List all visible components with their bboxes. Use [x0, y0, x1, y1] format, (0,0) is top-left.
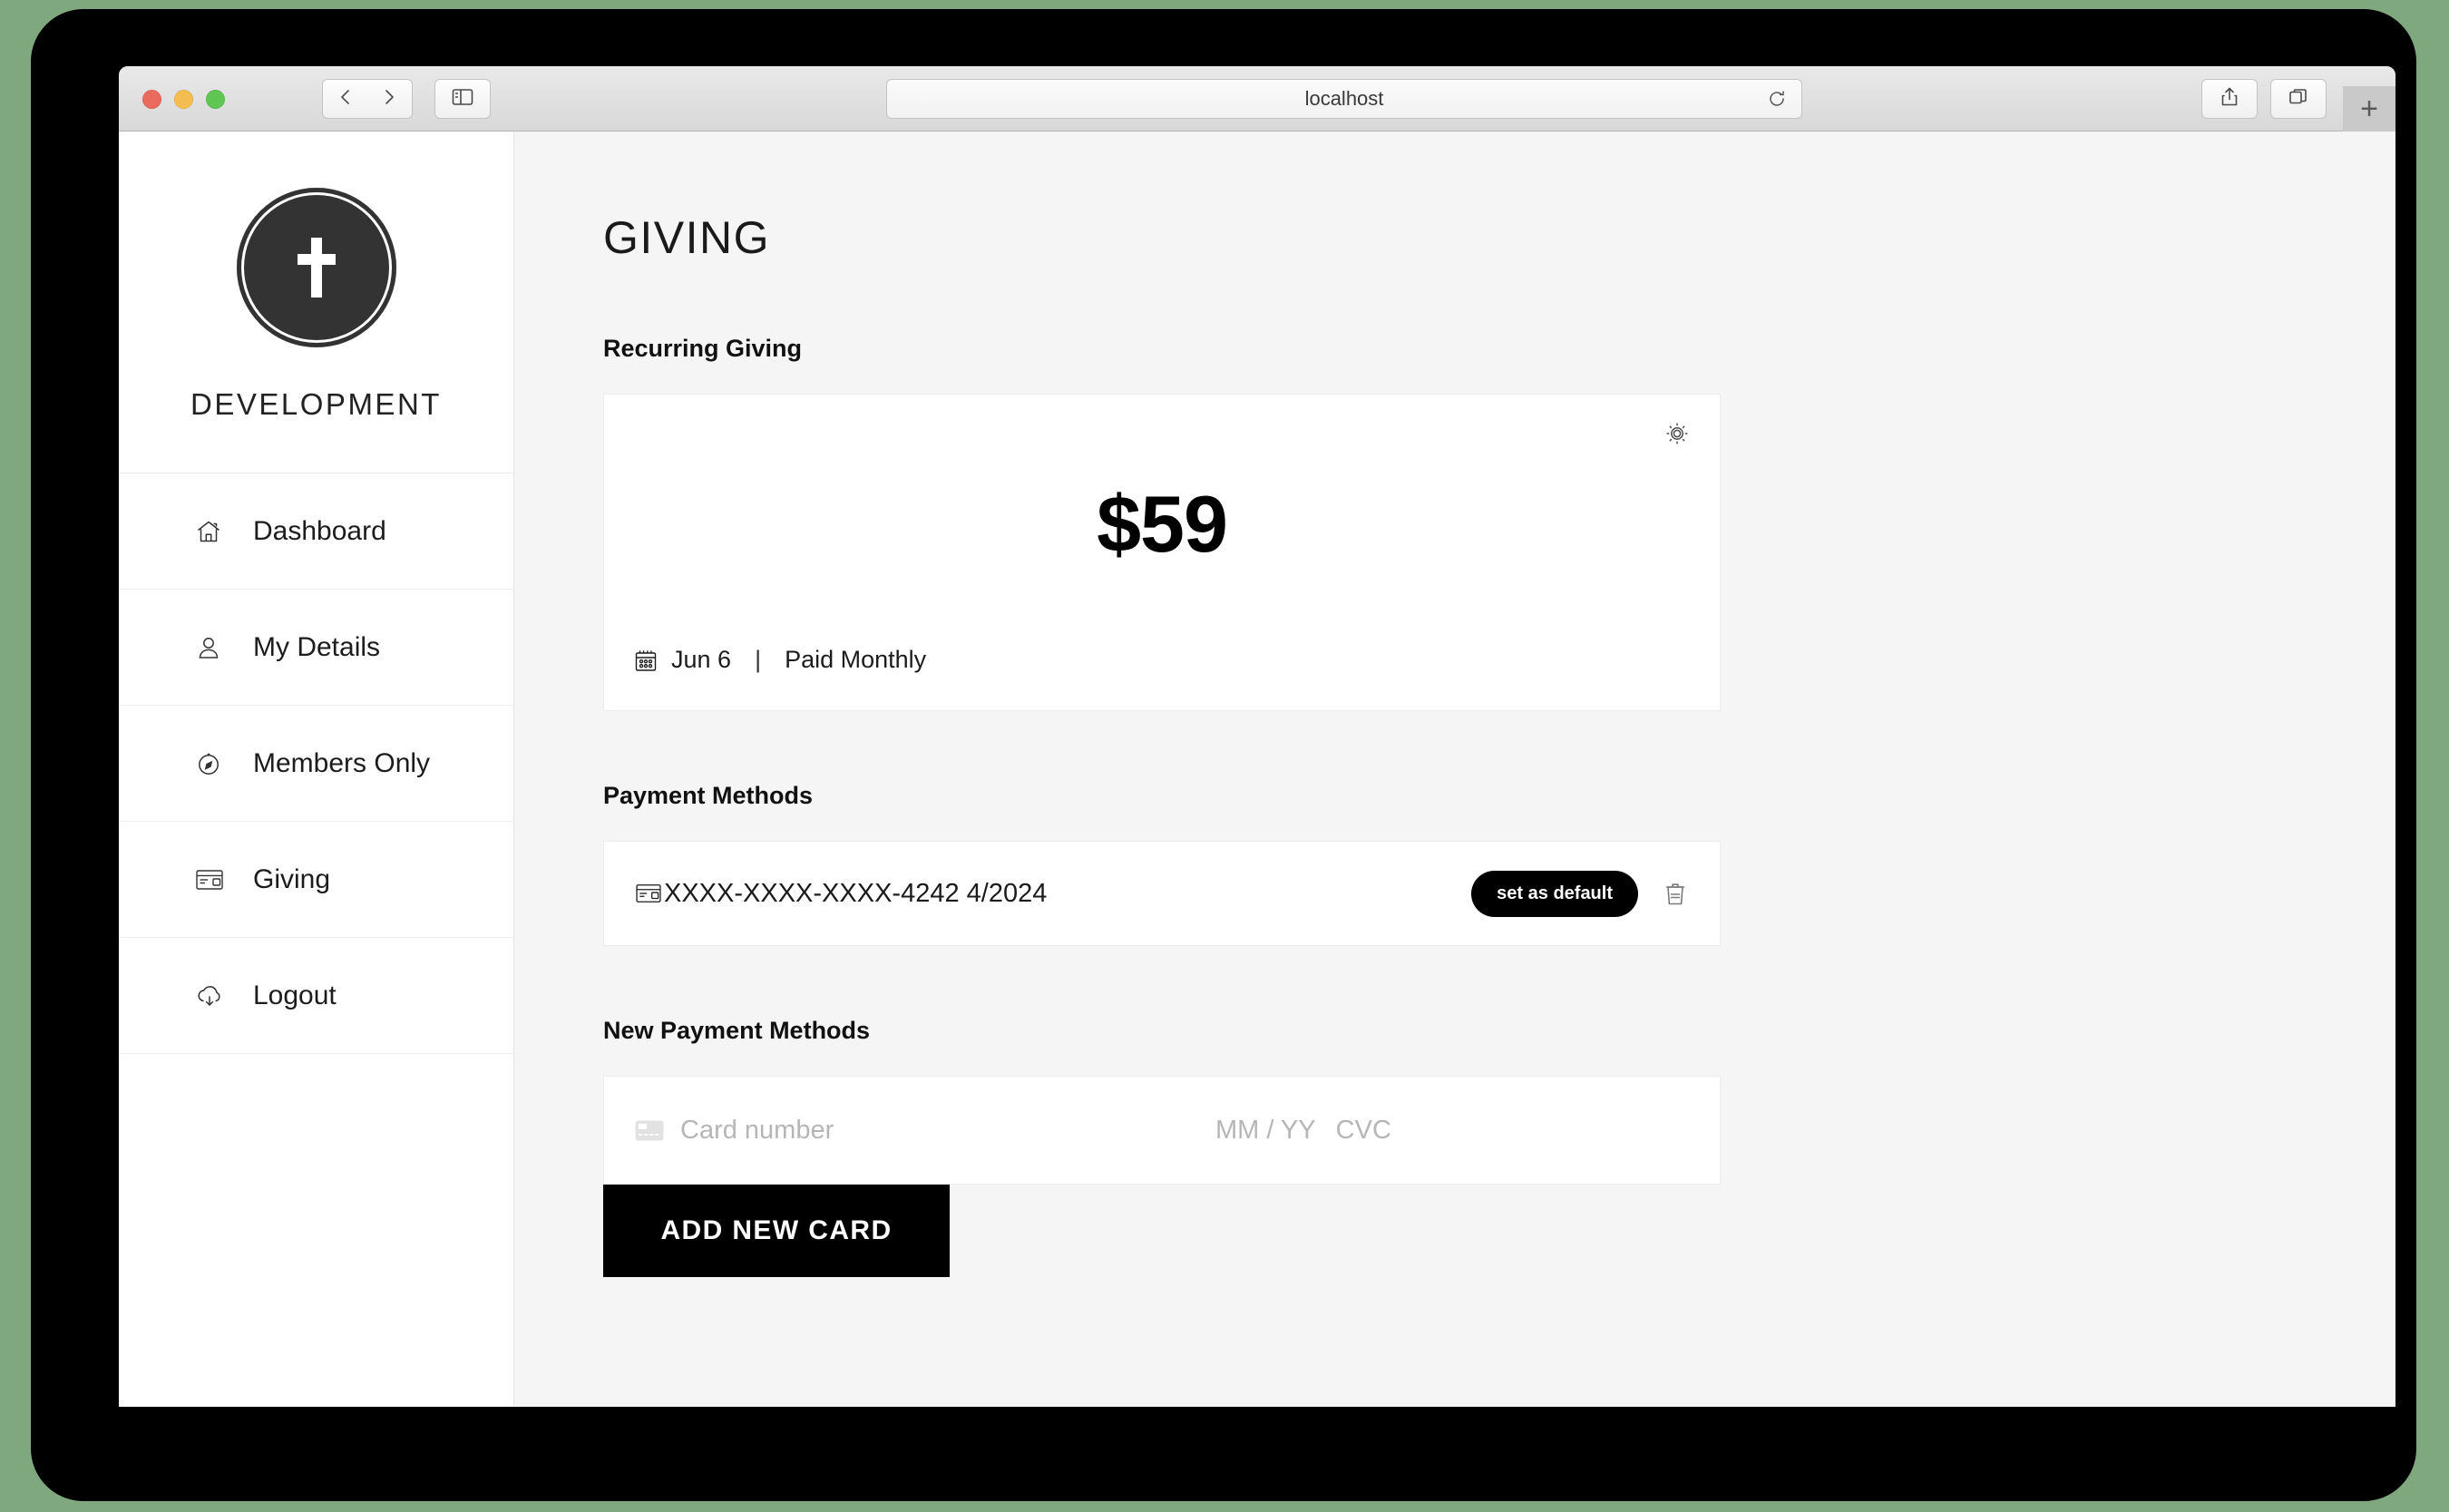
- page-title: GIVING: [603, 212, 771, 263]
- chevron-right-icon: [380, 86, 398, 112]
- sidebar-item-label: Logout: [253, 980, 337, 1010]
- recurring-date: Jun 6: [671, 646, 732, 673]
- cross-shape: [297, 238, 336, 298]
- sidebar-toggle-button[interactable]: [434, 79, 491, 119]
- window-controls: [142, 90, 225, 109]
- new-card-form: Card number MM / YY CVC: [603, 1076, 1721, 1185]
- sidebar-item-members-only[interactable]: Members Only: [119, 706, 513, 822]
- share-button[interactable]: [2201, 79, 2258, 119]
- minimize-window-button[interactable]: [174, 90, 193, 109]
- desktop-background: localhost + DEVELOPMENT Dashboard My Det…: [0, 0, 2449, 1512]
- payment-card-number: XXXX-XXXX-XXXX-4242 4/2024: [664, 878, 1048, 908]
- tabs-icon: [2288, 86, 2309, 112]
- new-tab-button[interactable]: +: [2343, 86, 2395, 132]
- recurring-amount: $59: [1097, 479, 1228, 569]
- url-text: localhost: [1304, 87, 1384, 110]
- sidebar-item-label: My Details: [253, 631, 381, 662]
- share-icon: [2220, 86, 2239, 112]
- sidebar-item-logout[interactable]: Logout: [119, 938, 513, 1054]
- credit-card-placeholder-icon: [635, 1120, 664, 1141]
- card-brand-shape: [635, 1120, 664, 1140]
- add-new-card-button[interactable]: ADD NEW CARD: [603, 1185, 950, 1277]
- sidebar-item-dashboard[interactable]: Dashboard: [119, 473, 513, 590]
- payment-row-actions: set as default: [1471, 870, 1687, 917]
- credit-card-icon: [635, 883, 662, 904]
- card-number-placeholder: Card number: [680, 1115, 834, 1145]
- chevron-left-icon: [337, 86, 355, 112]
- credit-card-icon: [195, 868, 233, 892]
- brand-name: DEVELOPMENT: [190, 387, 442, 421]
- forward-button[interactable]: [366, 79, 413, 119]
- main-content: GIVING Recurring Giving $59 Jun 6 | Paid…: [514, 132, 2395, 1407]
- brand-block: DEVELOPMENT: [119, 132, 513, 473]
- plus-icon: +: [2360, 92, 2378, 126]
- sidebar-item-label: Dashboard: [253, 515, 386, 546]
- browser-toolbar: localhost +: [119, 66, 2395, 132]
- sidebar-item-label: Members Only: [253, 747, 431, 778]
- sidebar-toggle-icon: [451, 87, 474, 112]
- expiry-placeholder: MM / YY: [1215, 1115, 1316, 1145]
- home-icon: [195, 518, 233, 545]
- calendar-icon: [633, 648, 659, 673]
- maximize-window-button[interactable]: [206, 90, 225, 109]
- set-as-default-button[interactable]: set as default: [1471, 870, 1638, 917]
- cloud-download-icon: [195, 983, 233, 1009]
- trash-icon[interactable]: [1664, 880, 1687, 907]
- page-body: DEVELOPMENT Dashboard My Details Members…: [119, 132, 2395, 1407]
- close-window-button[interactable]: [142, 90, 161, 109]
- payment-methods-section-title: Payment Methods: [603, 782, 814, 809]
- back-button[interactable]: [322, 79, 369, 119]
- show-tabs-button[interactable]: [2270, 79, 2327, 119]
- recurring-separator: |: [755, 646, 762, 673]
- card-number-input[interactable]: Card number: [635, 1116, 1215, 1146]
- sidebar: DEVELOPMENT Dashboard My Details Members…: [119, 132, 514, 1407]
- device-frame: localhost + DEVELOPMENT Dashboard My Det…: [31, 9, 2416, 1501]
- cross-logo-icon: [236, 188, 396, 347]
- cvc-placeholder: CVC: [1335, 1115, 1391, 1145]
- compass-icon: [195, 750, 233, 777]
- user-icon: [195, 634, 233, 661]
- address-bar[interactable]: localhost: [886, 79, 1802, 119]
- sidebar-item-my-details[interactable]: My Details: [119, 590, 513, 706]
- browser-window: localhost + DEVELOPMENT Dashboard My Det…: [119, 66, 2395, 1407]
- sidebar-item-giving[interactable]: Giving: [119, 822, 513, 938]
- recurring-frequency: Paid Monthly: [785, 646, 927, 673]
- sidebar-item-label: Giving: [253, 863, 331, 894]
- recurring-giving-section-title: Recurring Giving: [603, 335, 803, 362]
- recurring-giving-card: $59 Jun 6 | Paid Monthly: [603, 394, 1721, 711]
- reload-icon[interactable]: [1767, 89, 1787, 109]
- expiry-cvc-group[interactable]: MM / YY CVC: [1215, 1116, 1391, 1146]
- gear-icon[interactable]: [1664, 420, 1691, 447]
- new-payment-methods-section-title: New Payment Methods: [603, 1017, 871, 1044]
- recurring-meta: Jun 6 | Paid Monthly: [604, 646, 1720, 710]
- payment-method-row: XXXX-XXXX-XXXX-4242 4/2024 set as defaul…: [603, 841, 1721, 946]
